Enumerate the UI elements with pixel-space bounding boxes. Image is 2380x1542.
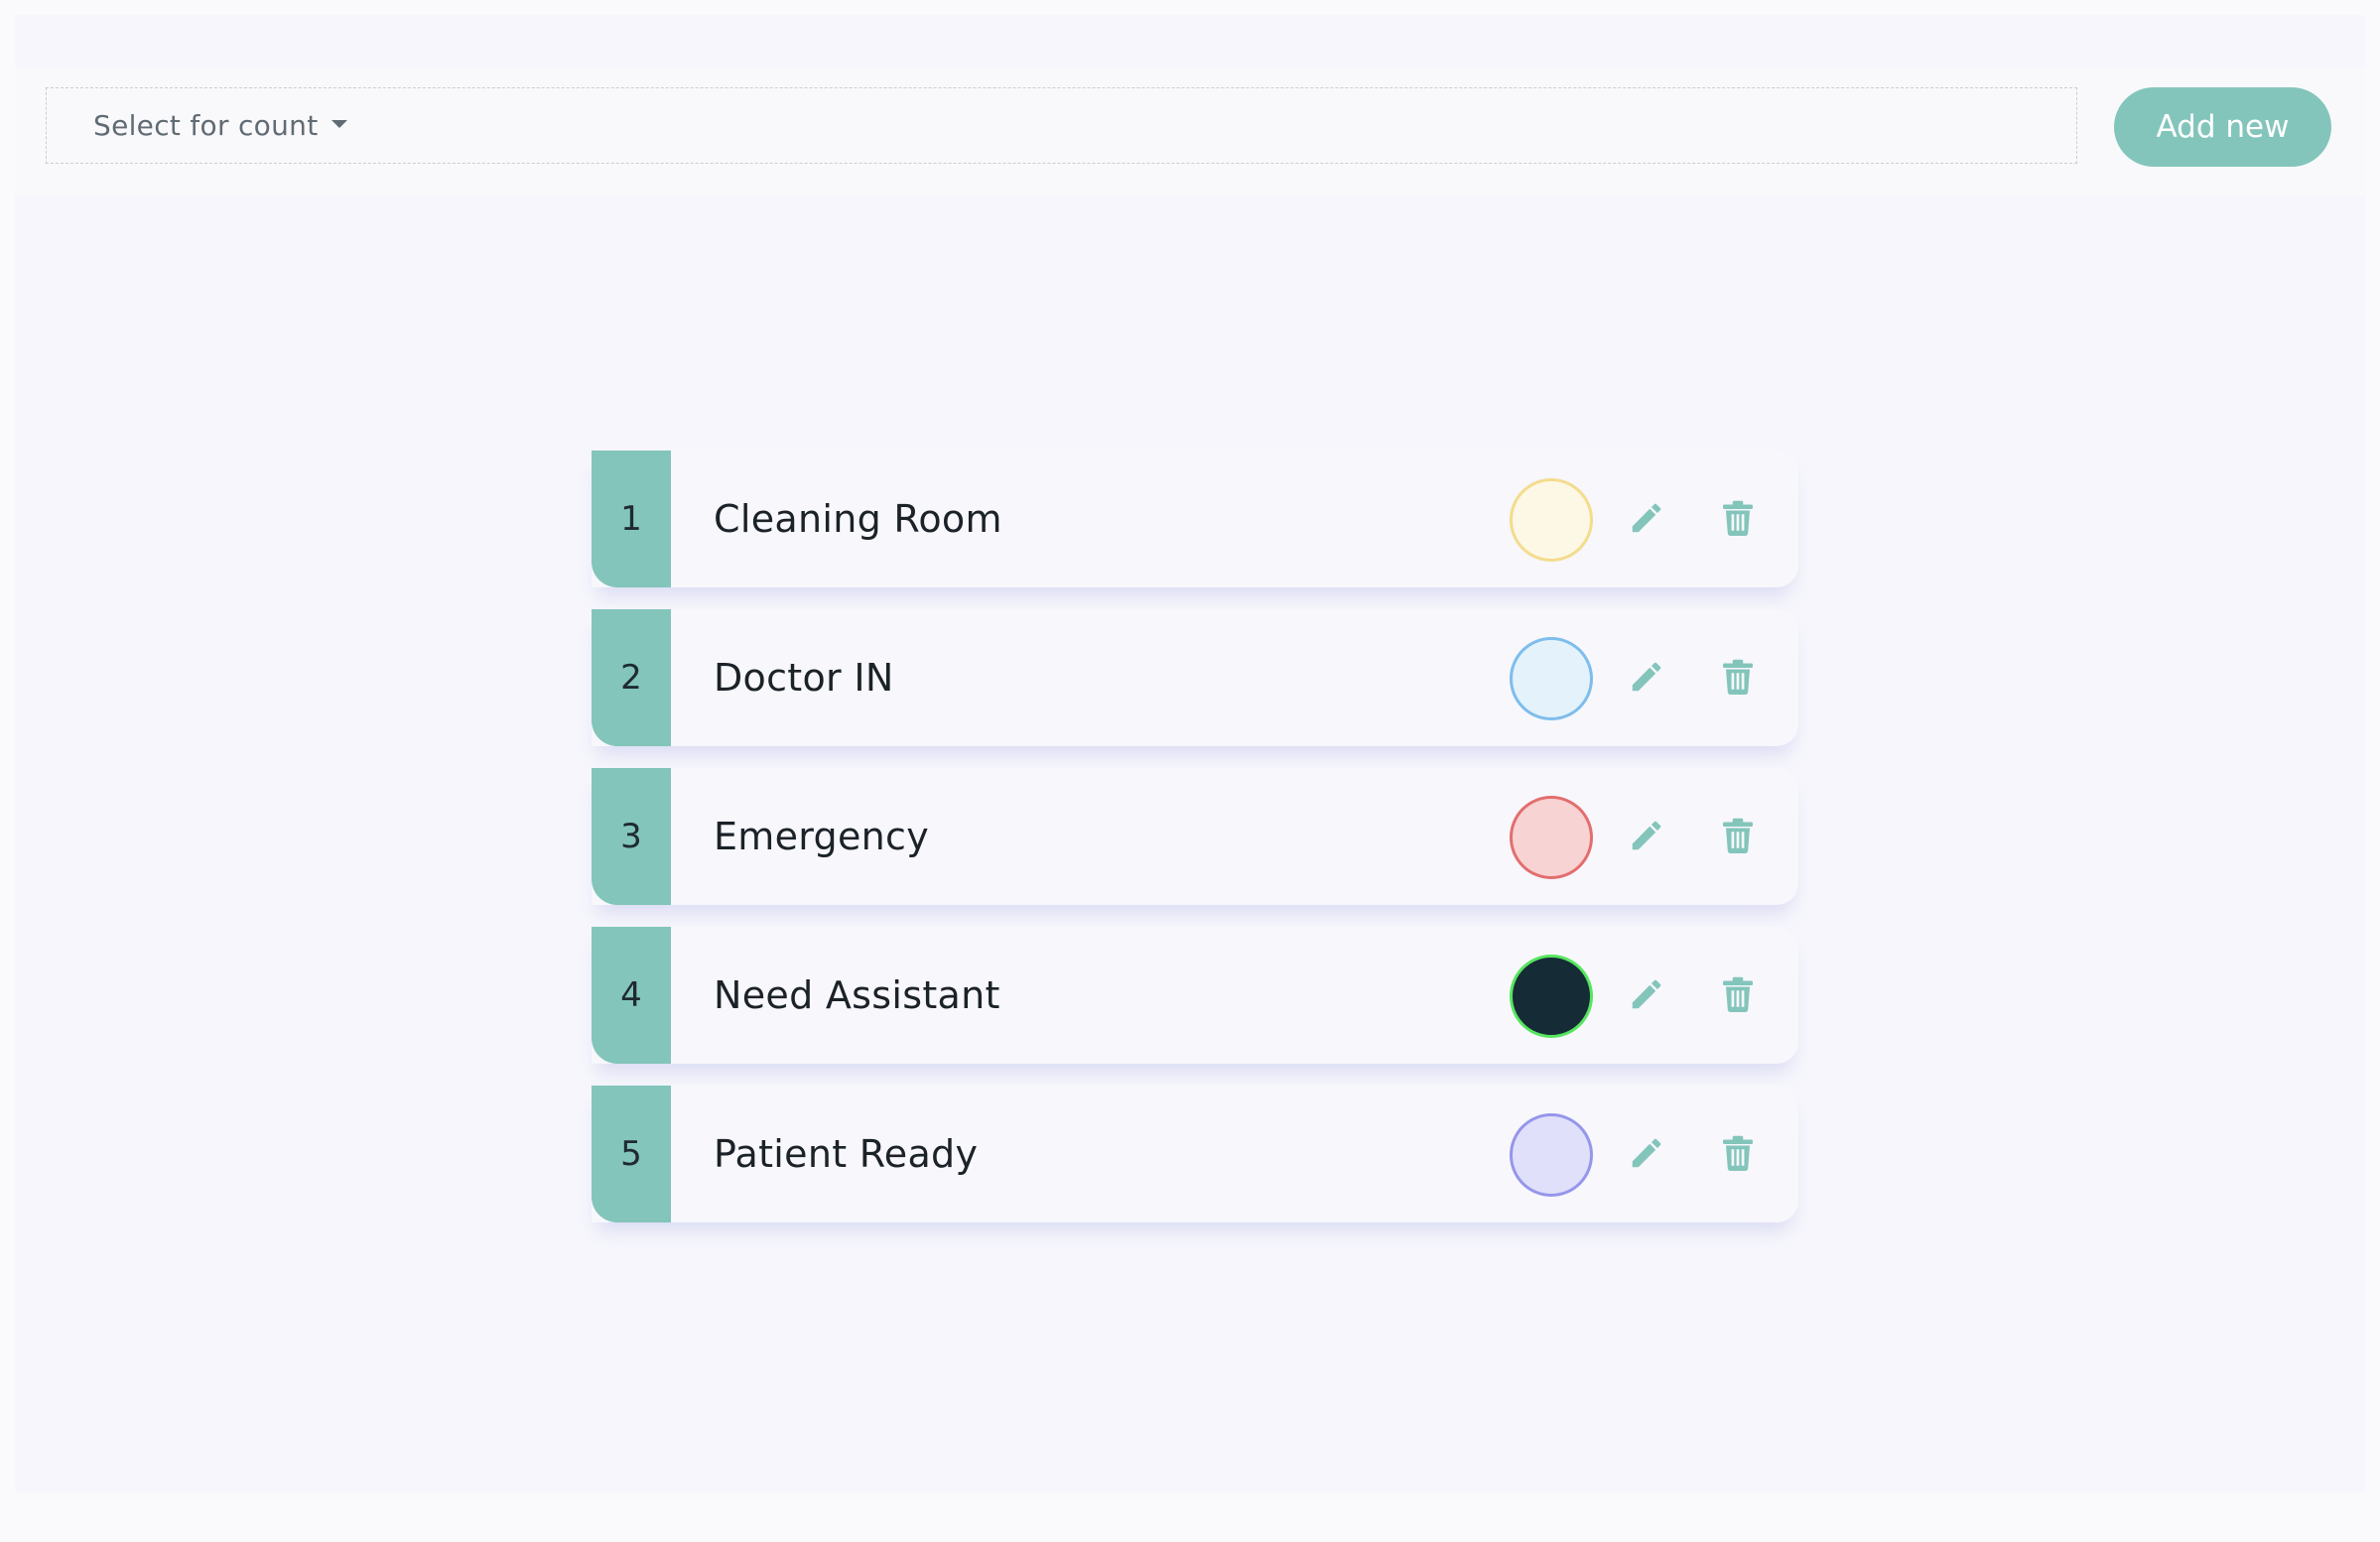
item-name: Patient Ready [714,1132,979,1176]
item-name: Emergency [714,815,930,858]
trash-icon [1723,1135,1753,1171]
toolbar: Select for count Add new [15,66,2365,195]
edit-button[interactable] [1625,655,1668,699]
color-swatch[interactable] [1510,955,1593,1038]
pencil-icon [1632,662,1661,692]
item-name: Cleaning Room [714,497,1002,541]
list-item: 4 Need Assistant [592,927,1798,1064]
pencil-icon [1632,503,1661,533]
count-select[interactable]: Select for count [46,87,2077,164]
pencil-icon [1632,1138,1661,1168]
delete-button[interactable] [1716,1131,1760,1175]
add-new-button[interactable]: Add new [2114,87,2331,167]
delete-button[interactable] [1716,655,1760,699]
item-index: 4 [592,927,671,1064]
color-swatch[interactable] [1510,478,1593,562]
list-item: 5 Patient Ready [592,1086,1798,1222]
color-swatch[interactable] [1510,796,1593,879]
color-swatch[interactable] [1510,1113,1593,1197]
app-panel: Select for count Add new 1 Cleaning Room [15,15,2365,1492]
trash-icon [1723,976,1753,1012]
edit-button[interactable] [1625,814,1668,857]
item-name: Need Assistant [714,973,1000,1017]
item-name: Doctor IN [714,656,894,700]
list-item: 3 Emergency [592,768,1798,905]
delete-button[interactable] [1716,496,1760,540]
item-index: 5 [592,1086,671,1222]
item-index: 1 [592,450,671,587]
pencil-icon [1632,979,1661,1009]
item-index: 3 [592,768,671,905]
edit-button[interactable] [1625,496,1668,540]
edit-button[interactable] [1625,1131,1668,1175]
color-swatch[interactable] [1510,637,1593,720]
pencil-icon [1632,821,1661,850]
caret-down-icon [331,119,348,128]
delete-button[interactable] [1716,814,1760,857]
list-item: 2 Doctor IN [592,609,1798,746]
count-select-label: Select for count [93,109,319,142]
trash-icon [1723,818,1753,853]
trash-icon [1723,500,1753,536]
delete-button[interactable] [1716,972,1760,1016]
trash-icon [1723,659,1753,695]
item-index: 2 [592,609,671,746]
edit-button[interactable] [1625,972,1668,1016]
list-item: 1 Cleaning Room [592,450,1798,587]
